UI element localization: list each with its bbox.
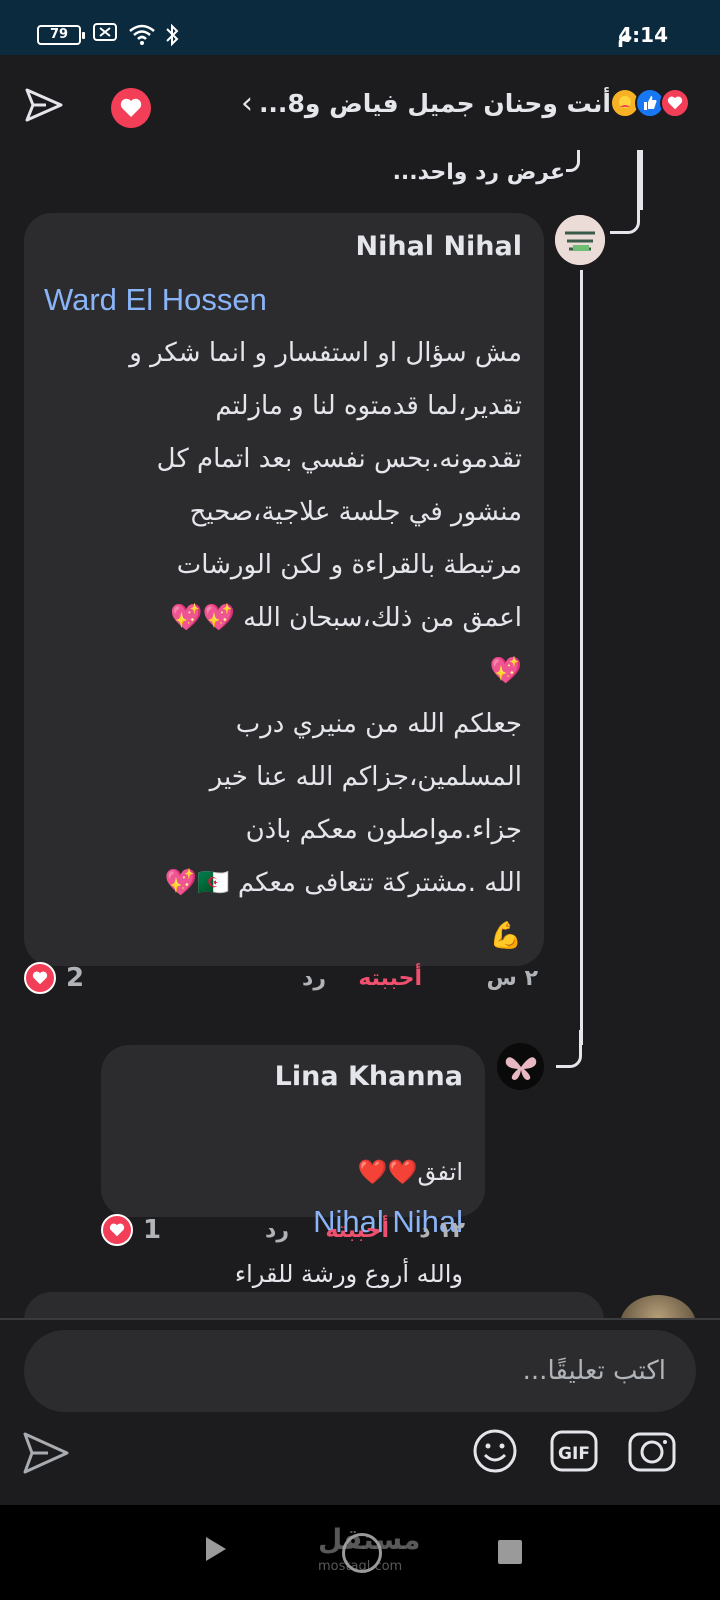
recents-icon[interactable] — [498, 1540, 522, 1564]
like-button[interactable]: أحببته — [325, 1218, 389, 1243]
reply-button[interactable]: رد — [302, 966, 326, 991]
heart-icon — [101, 1214, 133, 1246]
comment-actions: ٢ س أحببته رد 2 — [24, 958, 544, 998]
heart-icon — [24, 962, 56, 994]
reactions-title: أنت وحنان جميل فياض و8... — [258, 88, 611, 118]
butterfly-icon — [505, 1056, 536, 1080]
camera-icon[interactable] — [628, 1428, 676, 1476]
reaction-count[interactable]: 1 — [101, 1214, 161, 1246]
no-sim-icon — [93, 23, 117, 45]
reaction-badges — [610, 88, 690, 118]
wifi-icon — [128, 23, 156, 49]
heart-icon — [120, 98, 142, 117]
avatar-image — [555, 215, 605, 265]
avatar[interactable] — [497, 1043, 544, 1090]
bluetooth-icon — [164, 23, 180, 51]
comment-author[interactable]: Nihal Nihal — [44, 227, 523, 267]
reactions-summary[interactable]: ‹ أنت وحنان جميل فياض و8... — [241, 83, 690, 123]
love-react-button[interactable] — [111, 88, 151, 128]
system-nav-bar: مستقل mostaql.com — [0, 1505, 720, 1600]
reaction-count-number: 1 — [143, 1215, 162, 1245]
svg-text:GIF: GIF — [558, 1444, 590, 1464]
watermark-logo: مستقل — [318, 1523, 421, 1556]
reply-button[interactable]: رد — [265, 1218, 289, 1243]
comment-bubble[interactable]: Nihal Nihal Ward El Hossen مش سؤال او اس… — [24, 213, 544, 966]
view-replies-link[interactable]: عرض رد واحد... — [393, 160, 565, 185]
battery-indicator: 79 — [37, 25, 85, 45]
like-button[interactable]: أحببته — [358, 966, 422, 991]
send-icon[interactable] — [22, 1430, 70, 1480]
thread-connector-reply — [556, 1030, 582, 1068]
thread-connector-top — [610, 150, 640, 234]
love-reaction-icon — [660, 88, 690, 118]
thread-connector-viewreply — [566, 150, 580, 172]
post-header: ‹ أنت وحنان جميل فياض و8... — [0, 55, 720, 150]
avatar[interactable] — [555, 215, 605, 265]
comment-author[interactable]: Lina Khanna — [117, 1057, 463, 1097]
share-send-icon[interactable] — [24, 85, 64, 129]
comment-time: ١٢ د — [419, 1218, 465, 1243]
thread-line-main — [580, 270, 583, 1045]
emoji-icon[interactable] — [472, 1428, 518, 1478]
mention-link[interactable]: Ward El Hossen — [44, 279, 522, 321]
comment-actions: ١٢ د أحببته رد 1 — [101, 1210, 485, 1250]
chevron-left-icon: ‹ — [240, 85, 253, 121]
comment-input[interactable] — [24, 1330, 696, 1412]
comment-time: ٢ س — [486, 966, 538, 991]
reaction-count[interactable]: 2 — [24, 962, 84, 994]
reply-bubble[interactable]: Lina Khanna اتفق❤️❤️ Nihal Nihal والله أ… — [101, 1045, 485, 1288]
reaction-count-number: 2 — [66, 963, 85, 993]
clock: 4:14 — [618, 23, 668, 47]
comment-text: مش سؤال او استفسار و انما شكر و تقدير،لم… — [129, 338, 522, 951]
gif-icon[interactable]: GIF — [550, 1428, 598, 1476]
watermark-url: mostaql.com — [318, 1559, 403, 1574]
thread-line-top — [640, 150, 643, 210]
status-bar: 79 م 4:14 — [0, 0, 720, 55]
comment-text-line1: اتفق❤️❤️ — [357, 1158, 463, 1186]
back-icon[interactable] — [204, 1535, 228, 1567]
